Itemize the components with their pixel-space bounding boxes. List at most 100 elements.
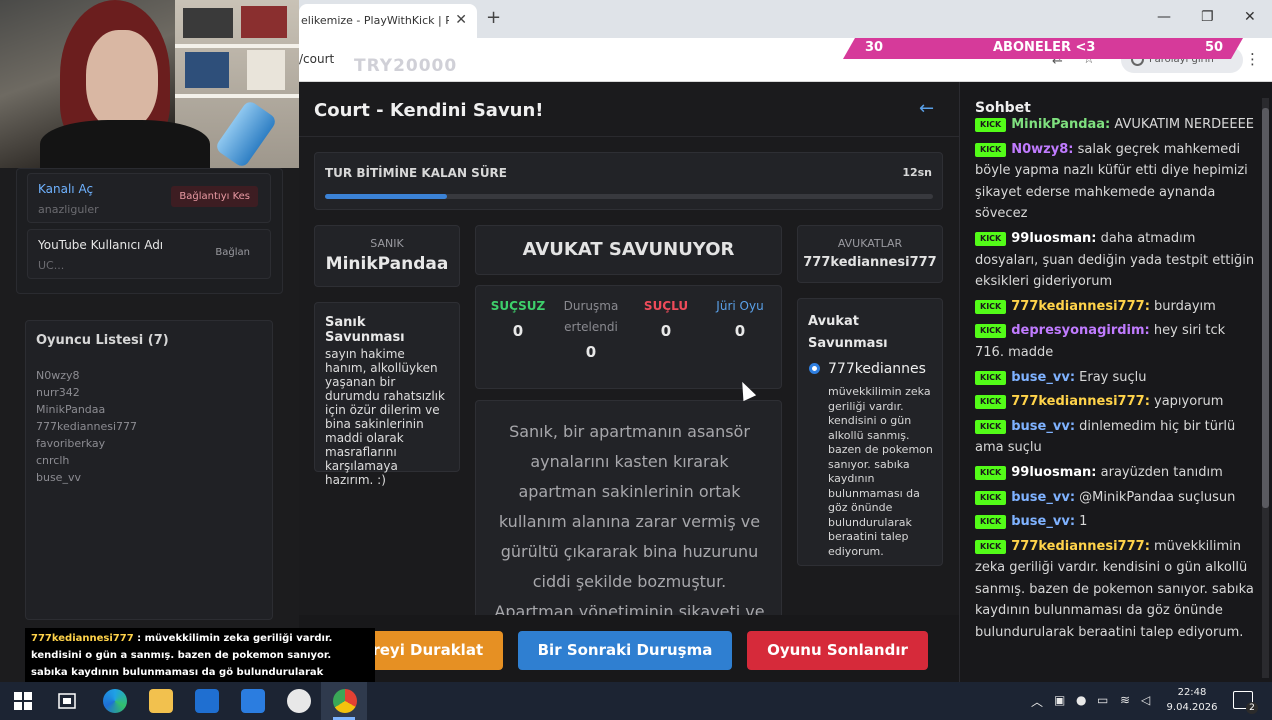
notification-count: 2: [1246, 702, 1258, 714]
tab-close-icon[interactable]: ✕: [455, 12, 467, 28]
streamer-face: [86, 30, 158, 130]
player-list-items: N0wzy8 nurr342 MinikPandaa 777kediannesi…: [36, 367, 137, 486]
player-item: cnrclh: [36, 454, 70, 467]
tray-app-icon[interactable]: ▣: [1054, 693, 1065, 707]
subs-current: 30: [865, 40, 884, 55]
volume-icon[interactable]: ◁: [1141, 693, 1150, 707]
disconnect-button[interactable]: Bağlantıyı Kes: [171, 186, 258, 207]
lawyer-defense-text: müvekkilimin zeka geriliği vardır. kendi…: [828, 385, 933, 558]
subs-label: ABONELER <3: [993, 40, 1096, 55]
chat-username[interactable]: 99luosman:: [1011, 465, 1096, 480]
url-text[interactable]: /court: [299, 52, 334, 66]
chat-username[interactable]: 99luosman:: [1011, 231, 1096, 246]
vote-innocent: SUÇSUZ 0: [483, 296, 553, 340]
defendant-card: SANIK MinikPandaa: [314, 225, 460, 287]
subscriber-goal-bar: 30 ABONELER <3 50: [843, 38, 1243, 59]
tab-title: elikemize - PlayWithKick | Play: [301, 14, 449, 27]
chat-messages: KICK MinikPandaa: AVUKATIM NERDEEEE KICK N…: [975, 117, 1255, 647]
timer-value: 12sn: [902, 166, 932, 179]
chat-username[interactable]: buse_vv:: [1011, 370, 1075, 385]
next-hearing-button[interactable]: Bir Sonraki Duruşma: [518, 631, 732, 670]
player-list-title: Oyuncu Listesi (7): [36, 333, 169, 348]
left-panel: Kanalı Aç anazliguler Bağlantıyı Kes You…: [0, 0, 299, 682]
kick-badge: KICK: [975, 419, 1007, 434]
chat-username[interactable]: buse_vv:: [1011, 419, 1075, 434]
new-tab-icon[interactable]: +: [486, 7, 501, 28]
vote-jury: Jüri Oyu 0: [705, 296, 775, 340]
overlay-code: TRY20000: [354, 56, 458, 76]
player-item: favoriberkay: [36, 437, 106, 450]
chat-text: burdayım: [1149, 298, 1216, 314]
obs-icon[interactable]: [287, 689, 311, 713]
player-item: MinikPandaa: [36, 403, 106, 416]
court-game: Court - Kendini Savun! ← TUR BİTİMİNE KA…: [299, 82, 959, 615]
minimize-icon[interactable]: —: [1157, 9, 1171, 25]
chat-username[interactable]: 777kediannesi777:: [1011, 299, 1150, 314]
vote-guilty-count: 0: [660, 322, 672, 340]
microphone-icon[interactable]: ●: [1076, 693, 1086, 707]
connection-row-channel: Kanalı Aç anazliguler Bağlantıyı Kes: [27, 173, 271, 223]
chrome-icon[interactable]: [333, 689, 357, 713]
chat-username[interactable]: buse_vv:: [1011, 514, 1075, 529]
channel-name: anazliguler: [38, 203, 99, 216]
wifi-icon[interactable]: ≋: [1120, 693, 1130, 707]
kick-badge: KICK: [975, 231, 1007, 246]
defendant-defense-card: Sanık Savunması sayın hakime hanım, alko…: [314, 302, 460, 487]
browser-menu-icon[interactable]: ⋮: [1245, 50, 1260, 68]
youtube-username-value[interactable]: UC...: [38, 259, 64, 272]
file-explorer-icon[interactable]: [149, 689, 173, 713]
defendant-name: MinikPandaa: [325, 254, 449, 274]
case-text: Sanık, bir apartmanın asansör aynalarını…: [494, 422, 765, 615]
chat-message: KICK 777kediannesi777: burdayım: [975, 296, 1255, 318]
outlook-icon[interactable]: [241, 689, 265, 713]
store-icon[interactable]: [195, 689, 219, 713]
player-list: Oyuncu Listesi (7) N0wzy8 nurr342 MinikP…: [25, 320, 273, 620]
chat-scrollbar[interactable]: [1262, 98, 1269, 678]
vote-postponed-count: 0: [585, 343, 597, 361]
kick-badge: KICK: [975, 299, 1007, 314]
restore-icon[interactable]: ❐: [1201, 9, 1214, 25]
defense-text: sayın hakime hanım, alkollüyken yaşanan …: [325, 347, 445, 487]
task-view-icon[interactable]: [55, 689, 79, 713]
chat-text: 1: [1075, 514, 1088, 530]
connect-button[interactable]: Bağlan: [207, 242, 258, 263]
chat-text: @MinikPandaa suçlusun: [1075, 489, 1236, 505]
youtube-username-label: YouTube Kullanıcı Adı: [38, 238, 164, 252]
kick-badge: KICK: [975, 465, 1007, 480]
chat-username[interactable]: depresyonagirdim:: [1011, 323, 1150, 338]
chat-username[interactable]: MinikPandaa:: [1011, 117, 1110, 132]
chat-username[interactable]: N0wzy8:: [1011, 142, 1073, 157]
windows-start-icon[interactable]: [11, 689, 35, 713]
chat-message: KICK 99luosman: arayüzden tanıdım: [975, 462, 1255, 484]
lawyer-radio[interactable]: [809, 363, 820, 374]
open-channel-link[interactable]: Kanalı Aç: [38, 182, 93, 196]
back-arrow-icon[interactable]: ←: [919, 98, 934, 119]
system-clock[interactable]: 22:48 9.04.2026: [1166, 685, 1218, 715]
chat-text: Eray suçlu: [1075, 369, 1147, 385]
lawyer-name: 777kediannesi777: [803, 255, 937, 270]
webcam-overlay: [0, 0, 299, 168]
chat-text: yapıyorum: [1149, 394, 1224, 410]
chat-message: KICK 777kediannesi777: müvekkilimin zeka …: [975, 536, 1255, 644]
game-action-bar: Süreyi Duraklat Bir Sonraki Duruşma Oyun…: [299, 615, 959, 682]
player-item: 777kediannesi777: [36, 420, 138, 433]
lawyer-defense-card: Avukat Savunması 777kediannes müvekkilim…: [797, 298, 943, 566]
end-game-button[interactable]: Oyunu Sonlandır: [747, 631, 928, 670]
chat-username[interactable]: 777kediannesi777:: [1011, 394, 1150, 409]
status-banner: AVUKAT SAVUNUYOR: [475, 225, 782, 275]
kick-badge: KICK: [975, 490, 1007, 505]
chat-username[interactable]: buse_vv:: [1011, 490, 1075, 505]
timer-track: [325, 194, 933, 199]
battery-icon[interactable]: ▭: [1097, 693, 1108, 707]
clock-date: 9.04.2026: [1166, 702, 1218, 713]
defense-title: Sanık Savunması: [325, 315, 405, 345]
chat-username[interactable]: 777kediannesi777:: [1011, 539, 1150, 554]
kick-badge: KICK: [975, 515, 1007, 530]
status-text: AVUKAT SAVUNUYOR: [522, 239, 735, 260]
chat-message: KICK buse_vv: @MinikPandaa suçlusun: [975, 487, 1255, 509]
close-window-icon[interactable]: ✕: [1244, 9, 1256, 25]
edge-browser-icon[interactable]: [103, 689, 127, 713]
notification-icon[interactable]: 2: [1233, 691, 1258, 714]
browser-tab[interactable]: elikemize - PlayWithKick | Play ✕: [299, 4, 477, 38]
tray-chevron-icon[interactable]: ︿: [1031, 693, 1043, 710]
